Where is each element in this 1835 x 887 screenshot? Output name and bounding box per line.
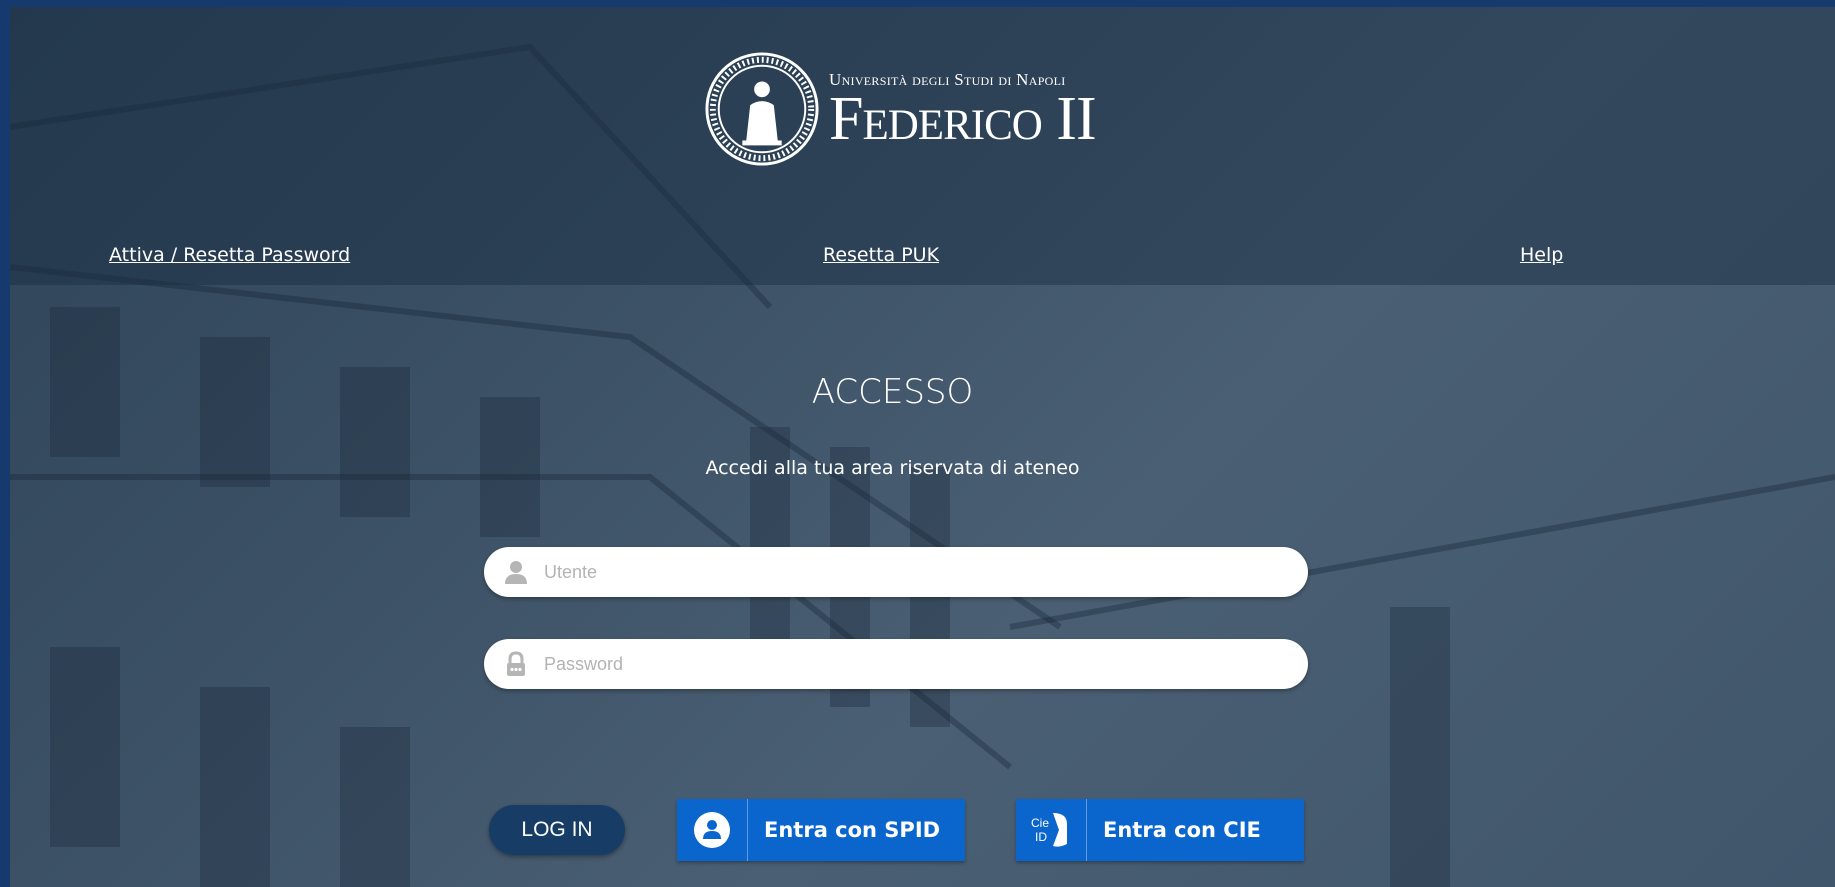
cie-login-button[interactable]: Cie ID Entra con CIE — [1016, 799, 1304, 861]
user-icon — [505, 561, 527, 584]
activate-reset-password-link[interactable]: Attiva / Resetta Password — [109, 244, 350, 266]
lock-icon — [507, 651, 525, 676]
logo-title: Federico II — [829, 85, 1097, 153]
page-title: ACCESSO — [811, 372, 974, 412]
cie-id-icon: Cie ID — [1031, 813, 1067, 847]
spid-icon-container — [677, 799, 748, 861]
cie-icon-text-bottom: ID — [1035, 830, 1047, 844]
username-input[interactable] — [542, 560, 1286, 584]
username-field[interactable] — [484, 547, 1308, 597]
spid-button-label: Entra con SPID — [764, 818, 941, 842]
cie-icon-container: Cie ID — [1016, 799, 1087, 861]
cie-icon-text-top: Cie — [1031, 816, 1049, 830]
login-button[interactable]: LOG IN — [489, 805, 625, 855]
login-page: Università degli Studi di Napoli Federic… — [10, 7, 1835, 887]
logo-text: Università degli Studi di Napoli Federic… — [829, 70, 1097, 153]
spid-user-icon — [694, 812, 730, 848]
password-input[interactable] — [542, 652, 1286, 676]
page-subtitle: Accedi alla tua area riservata di ateneo — [705, 457, 1080, 479]
reset-puk-link[interactable]: Resetta PUK — [823, 244, 939, 266]
help-link[interactable]: Help — [1520, 244, 1563, 266]
university-seal-icon — [705, 52, 819, 166]
cie-button-label: Entra con CIE — [1103, 818, 1261, 842]
university-logo: Università degli Studi di Napoli Federic… — [703, 49, 1103, 169]
password-field[interactable] — [484, 639, 1308, 689]
spid-login-button[interactable]: Entra con SPID — [677, 799, 965, 861]
